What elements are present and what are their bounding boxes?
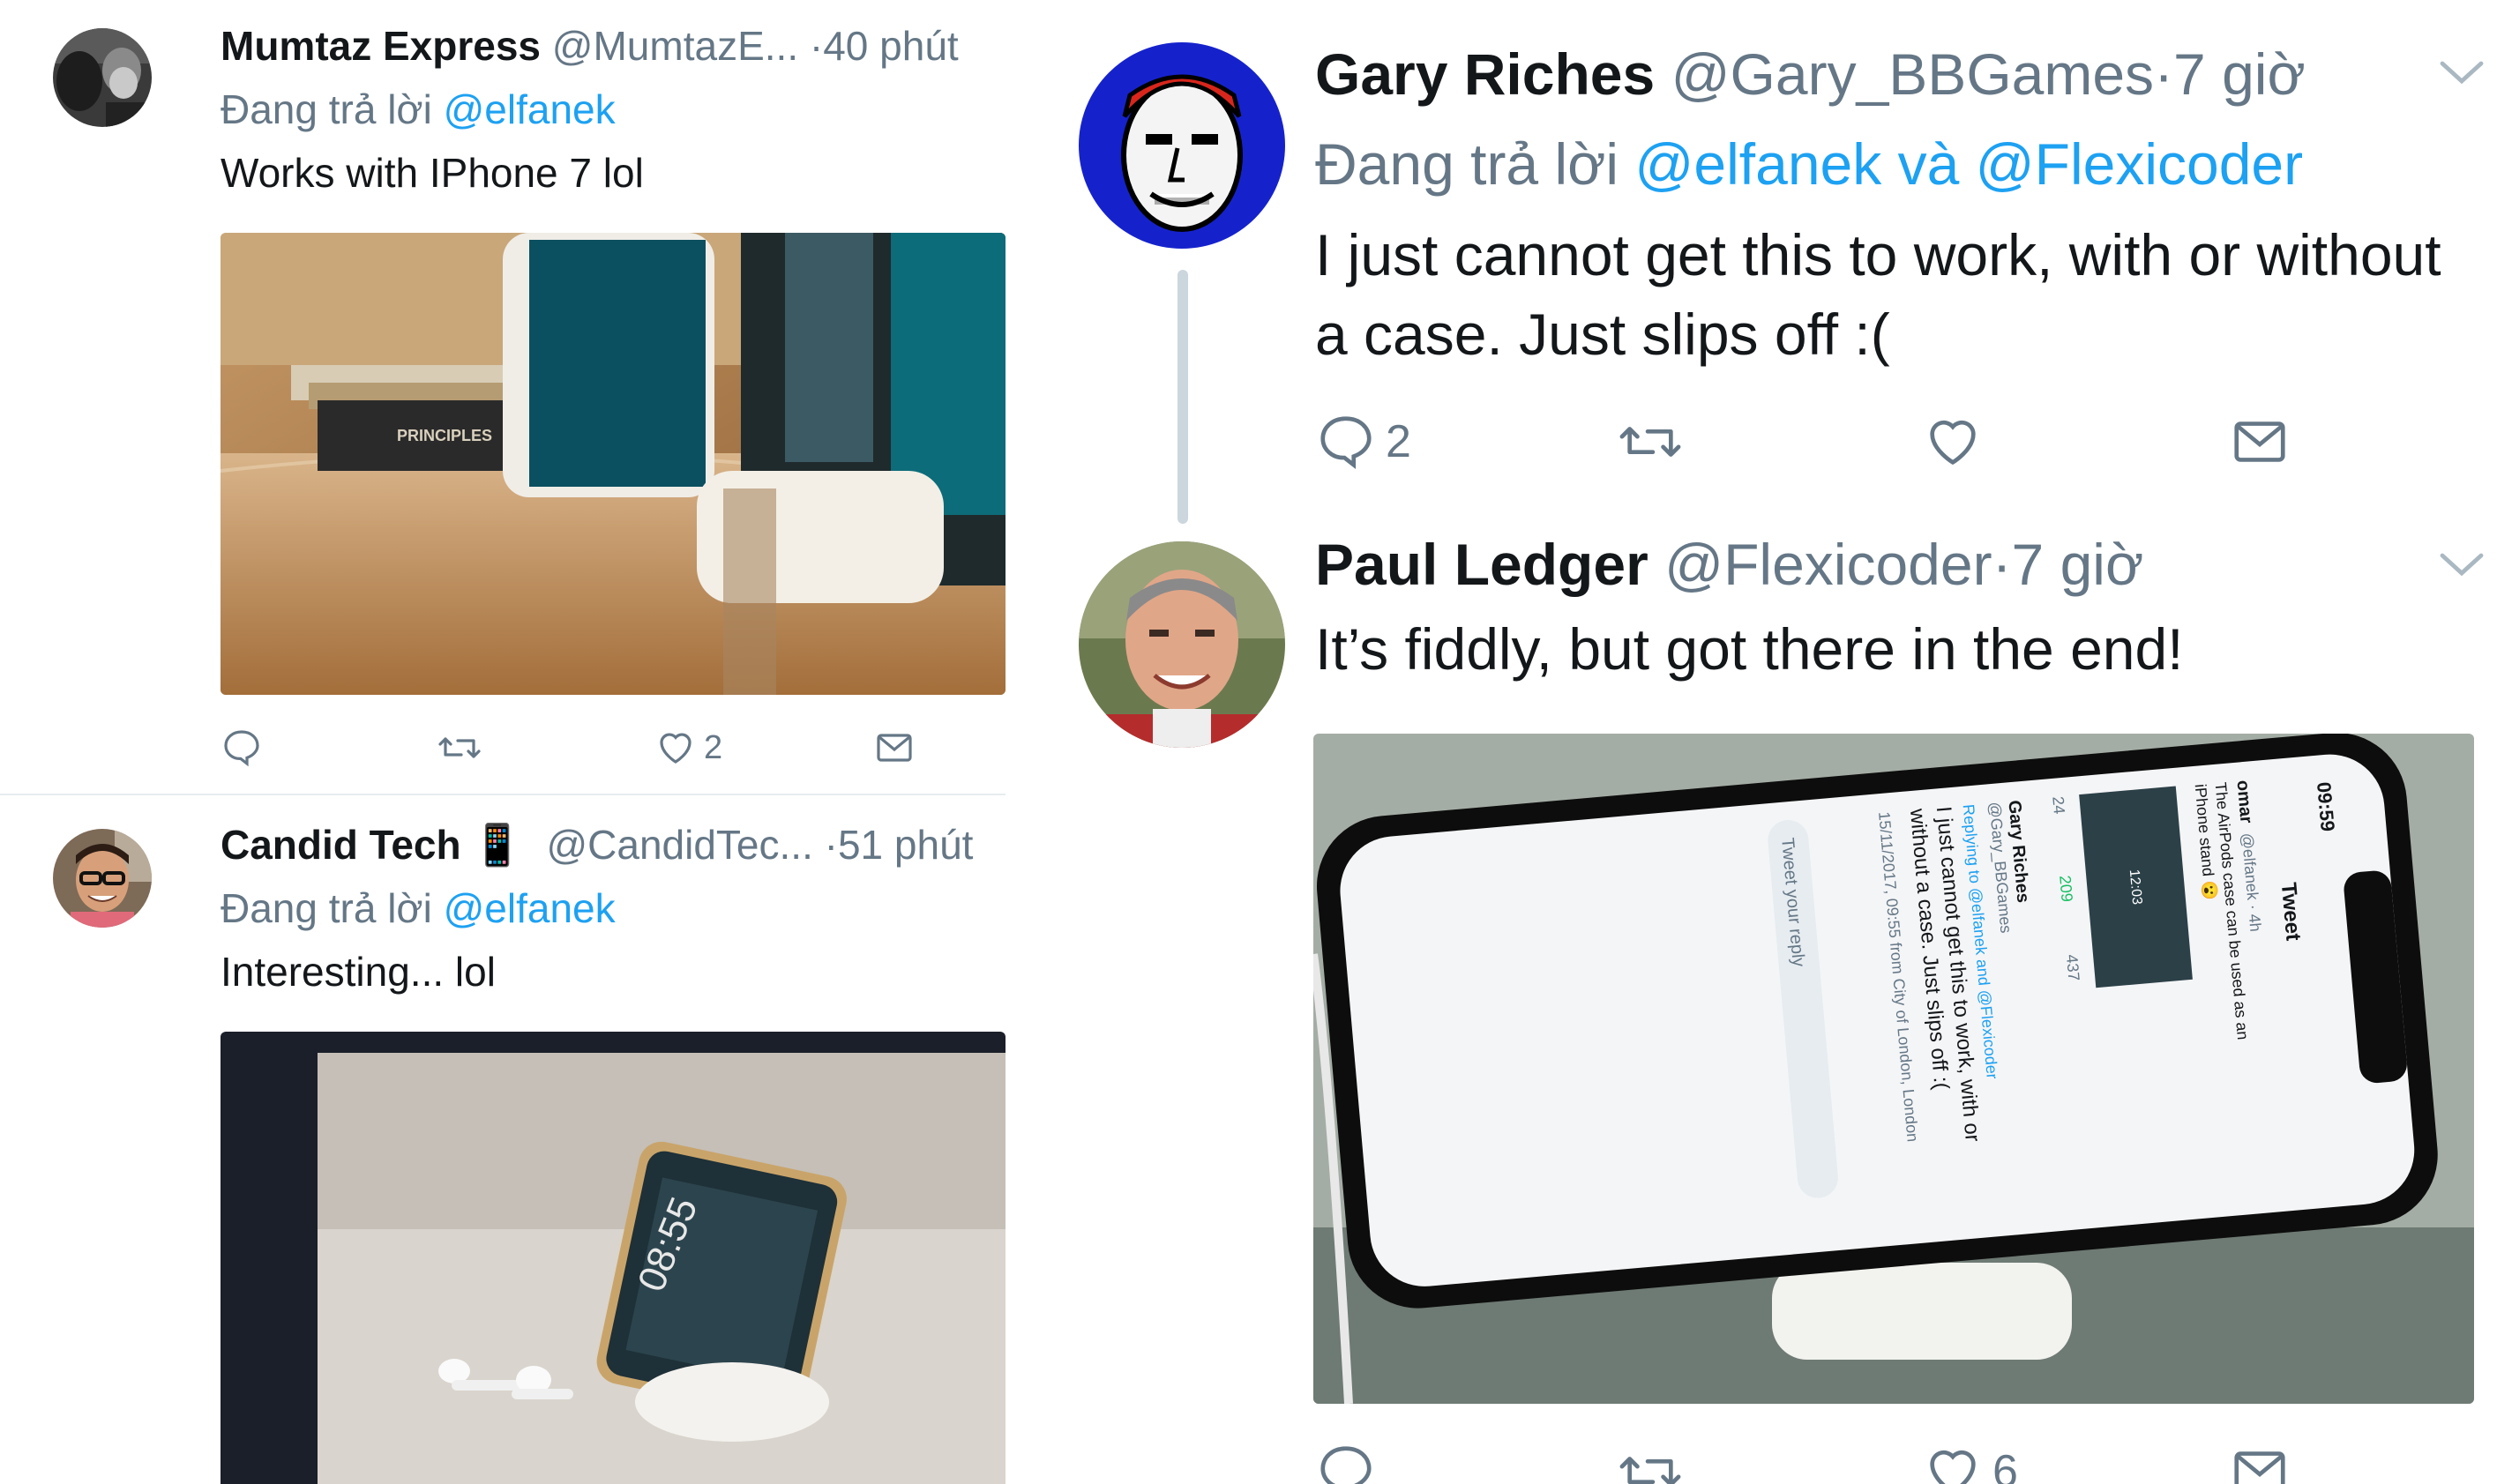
avatar[interactable] xyxy=(53,28,152,127)
user-handle[interactable]: @CandidTec... xyxy=(546,822,812,868)
mention-link[interactable]: @elfanek xyxy=(444,86,616,132)
screen-omar-name: omar xyxy=(2232,779,2255,824)
avatar[interactable] xyxy=(53,829,152,928)
heart-icon xyxy=(660,733,692,764)
reply-icon xyxy=(1320,1446,1372,1484)
tweet-photo[interactable]: 09:59 Tweet omar @elfanek · 4h The AirPo… xyxy=(1313,734,2474,1404)
user-handle[interactable]: @MumtazE... xyxy=(552,23,798,69)
user-name[interactable]: Paul Ledger xyxy=(1315,532,1648,597)
timestamp[interactable]: 7 giờ xyxy=(2173,41,2306,107)
replying-prefix: Đang trả lời xyxy=(221,885,444,931)
reply-button[interactable] xyxy=(1315,1441,1377,1484)
screen-like-count: 437 xyxy=(2063,954,2083,982)
replying-to-line: Đang trả lời @elfanek xyxy=(221,884,616,933)
screen-inner-clock: 12:03 xyxy=(2127,869,2144,905)
user-handle[interactable]: @Gary_BBGames xyxy=(1671,41,2155,107)
mention-link[interactable]: @elfanek xyxy=(444,885,616,931)
tweet-photo[interactable]: PRINCIPLES xyxy=(221,233,1006,695)
reply-count: 2 xyxy=(1386,416,1411,467)
tweet-actions: 2 xyxy=(221,723,917,776)
avatar[interactable] xyxy=(1079,42,1285,249)
replying-prefix: Đang trả lời xyxy=(1315,131,1635,197)
left-feed-panel: Mumtaz Express @MumtazE... ·40 phút Đang… xyxy=(0,0,1006,1484)
tweet-paul-ledger[interactable]: Paul Ledger @Flexicoder·7 giờ It’s fiddl… xyxy=(1054,529,2497,1484)
tweet-header: Paul Ledger @Flexicoder·7 giờ xyxy=(1315,529,2143,600)
like-button[interactable]: 2 xyxy=(654,727,722,769)
tweet-photo[interactable]: 08:55 xyxy=(221,1032,1006,1484)
user-name[interactable]: Mumtaz Express xyxy=(221,23,541,69)
retweet-button[interactable] xyxy=(436,727,483,769)
tweet-header: Candid Tech 📱 @CandidTec... ·51 phút xyxy=(221,820,973,869)
chevron-down-icon[interactable] xyxy=(2437,55,2486,90)
dm-button[interactable] xyxy=(2229,1441,2291,1484)
tweet-header: Gary Riches @Gary_BBGames·7 giờ xyxy=(1315,39,2306,109)
right-thread-panel: Gary Riches @Gary_BBGames·7 giờ Đang trả… xyxy=(1054,0,2497,1484)
retweet-icon xyxy=(1619,427,1681,457)
retweet-icon xyxy=(1619,1457,1681,1484)
reply-icon xyxy=(224,730,259,767)
screen-title: Tweet xyxy=(2276,882,2306,942)
tweet-text: Works with IPhone 7 lol xyxy=(221,150,644,196)
separator-dot: · xyxy=(824,822,838,868)
user-name[interactable]: Gary Riches xyxy=(1315,41,1655,107)
chevron-down-icon[interactable] xyxy=(2437,547,2486,582)
dm-button[interactable] xyxy=(2229,411,2291,473)
tweet-text: Interesting... lol xyxy=(221,949,496,995)
tweet-mumtaz[interactable]: Mumtaz Express @MumtazE... ·40 phút Đang… xyxy=(0,0,1006,794)
user-name[interactable]: Candid Tech xyxy=(221,822,461,868)
user-handle[interactable]: @Flexicoder xyxy=(1664,532,1992,597)
mention-link-elfanek[interactable]: @elfanek xyxy=(1634,131,1881,197)
timestamp[interactable]: 51 phút xyxy=(838,822,973,868)
tweet-header: Mumtaz Express @MumtazE... ·40 phút xyxy=(221,21,959,71)
retweet-icon xyxy=(438,737,481,758)
mail-icon xyxy=(2234,421,2285,462)
retweet-button[interactable] xyxy=(1615,411,1686,473)
like-count: 2 xyxy=(704,728,723,766)
screen-retweet-count: 209 xyxy=(2056,875,2076,903)
mention-and: và xyxy=(1881,131,1976,197)
tweet-actions: 6 xyxy=(1315,1441,2462,1484)
reply-button[interactable]: 2 xyxy=(1315,411,1411,473)
heart-icon xyxy=(1930,1450,1976,1484)
like-button[interactable]: 6 xyxy=(1922,1441,2018,1484)
like-button[interactable] xyxy=(1922,411,1984,473)
dm-button[interactable] xyxy=(873,727,916,769)
separator-dot: · xyxy=(2154,41,2174,107)
mention-link-flexicoder[interactable]: @Flexicoder xyxy=(1976,131,2303,197)
screen-reply-count: 24 xyxy=(2049,795,2068,815)
replying-prefix: Đang trả lời xyxy=(221,86,444,132)
reply-icon xyxy=(1320,416,1372,470)
mail-icon xyxy=(877,734,912,762)
separator-dot: · xyxy=(1992,532,2012,597)
avatar[interactable] xyxy=(1079,541,1285,748)
like-count: 6 xyxy=(1992,1446,2018,1484)
mail-icon xyxy=(2234,1451,2285,1484)
replying-to-line: Đang trả lời @elfanek xyxy=(221,85,616,134)
screen-status-time: 09:59 xyxy=(2313,781,2339,832)
separator-dot: · xyxy=(809,23,824,69)
replying-to-line: Đang trả lời @elfanek và @Flexicoder xyxy=(1315,129,2303,199)
reply-button[interactable] xyxy=(221,727,263,769)
name-emoji: 📱 xyxy=(472,822,523,868)
retweet-button[interactable] xyxy=(1615,1441,1686,1484)
tweet-text: It’s fiddly, but got there in the end! xyxy=(1315,616,2184,682)
timestamp[interactable]: 7 giờ xyxy=(2012,532,2144,597)
tweet-text: I just cannot get this to work, with or … xyxy=(1315,222,2441,367)
timestamp[interactable]: 40 phút xyxy=(823,23,958,69)
heart-icon xyxy=(1930,420,1976,466)
book-title: PRINCIPLES xyxy=(397,427,492,444)
tweet-candid-tech[interactable]: Candid Tech 📱 @CandidTec... ·51 phút Đan… xyxy=(0,795,1006,1484)
tweet-gary-riches[interactable]: Gary Riches @Gary_BBGames·7 giờ Đang trả… xyxy=(1054,0,2497,529)
tweet-actions: 2 xyxy=(1315,411,2462,481)
